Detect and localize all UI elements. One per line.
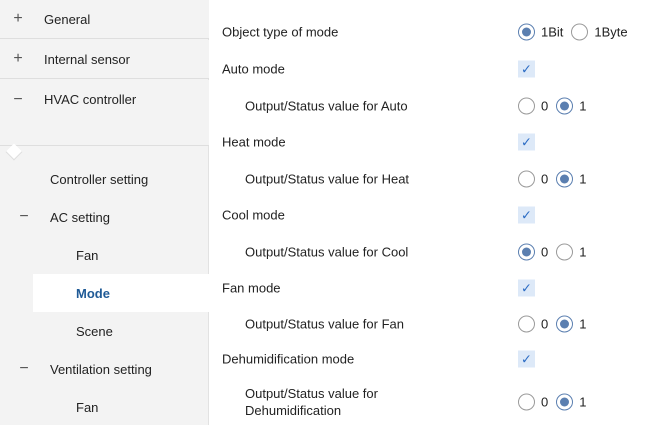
checkbox-wrapper: ✓	[518, 206, 535, 224]
collapse-minus-icon[interactable]: −	[12, 91, 24, 109]
selection-notch	[5, 143, 23, 161]
radio-1[interactable]	[556, 315, 574, 333]
param-row-output-heat: Output/Status value for Heat 0 1	[210, 161, 654, 197]
expand-plus-icon[interactable]: +	[12, 50, 24, 68]
radio-0[interactable]	[518, 393, 535, 411]
radio-0[interactable]	[518, 315, 535, 333]
sidebar-item-hvac-controller[interactable]: − HVAC controller	[0, 80, 209, 146]
sidebar: + General + Internal sensor − HVAC contr…	[0, 0, 210, 425]
param-label: Heat mode	[222, 134, 286, 150]
param-row-heat-mode: Heat mode ✓	[210, 124, 654, 160]
expand-plus-icon[interactable]: +	[12, 10, 24, 28]
param-row-output-fan: Output/Status value for Fan 0 1	[210, 306, 654, 342]
radio-label-1: 1	[579, 316, 587, 332]
param-label: Cool mode	[222, 207, 285, 223]
radio-0[interactable]	[518, 170, 535, 188]
param-row-auto-mode: Auto mode ✓	[210, 51, 654, 87]
sidebar-item-label: Scene	[76, 323, 113, 339]
radio-1bit[interactable]	[518, 23, 535, 41]
radio-label-1byte: 1Byte	[594, 24, 628, 40]
fan-mode-checkbox[interactable]: ✓	[518, 279, 535, 297]
checkbox-wrapper: ✓	[518, 279, 535, 297]
sidebar-item-label: Ventilation setting	[50, 361, 152, 377]
collapse-minus-icon[interactable]: −	[18, 208, 30, 226]
sidebar-item-fan[interactable]: Fan	[0, 236, 209, 274]
param-row-fan-mode: Fan mode ✓	[210, 270, 654, 306]
radio-0[interactable]	[518, 97, 535, 115]
sidebar-item-ventilation-setting[interactable]: − Ventilation setting	[0, 350, 209, 388]
param-row-output-auto: Output/Status value for Auto 0 1	[210, 88, 654, 124]
radio-label-1: 1	[579, 98, 587, 114]
sidebar-item-label: Fan	[76, 247, 99, 263]
radio-label-0: 0	[541, 98, 549, 114]
param-label: Output/Status value for Cool	[245, 244, 409, 260]
sidebar-item-label: AC setting	[50, 209, 110, 225]
radio-group-output-cool: 0 1	[518, 243, 594, 261]
sidebar-item-ac-setting[interactable]: − AC setting	[0, 198, 209, 236]
radio-0[interactable]	[518, 243, 535, 261]
sidebar-item-general[interactable]: + General	[0, 0, 209, 39]
sidebar-item-label: Controller setting	[50, 171, 149, 187]
param-label-line2: Dehumidification	[245, 403, 342, 418]
radio-1[interactable]	[556, 170, 574, 188]
sidebar-item-scene[interactable]: Scene	[0, 312, 209, 350]
sidebar-item-ventilation-fan[interactable]: Fan	[0, 388, 209, 425]
radio-label-0: 0	[541, 316, 549, 332]
radio-1[interactable]	[556, 243, 574, 261]
param-row-dehumidification-mode: Dehumidification mode ✓	[210, 341, 654, 377]
sidebar-item-label: HVAC controller	[44, 92, 137, 107]
radio-group-output-fan: 0 1	[518, 315, 594, 333]
checkbox-wrapper: ✓	[518, 60, 535, 78]
radio-group-output-heat: 0 1	[518, 170, 594, 188]
param-row-cool-mode: Cool mode ✓	[210, 197, 654, 233]
sidebar-item-internal-sensor[interactable]: + Internal sensor	[0, 40, 209, 79]
radio-label-1: 1	[579, 244, 587, 260]
sidebar-item-label: General	[44, 11, 91, 27]
param-row-object-type: Object type of mode 1Bit 1Byte	[210, 14, 654, 50]
sidebar-item-controller-setting[interactable]: Controller setting	[0, 160, 209, 198]
param-label-line1: Output/Status value for	[245, 386, 378, 401]
radio-label-0: 0	[541, 171, 549, 187]
cool-mode-checkbox[interactable]: ✓	[518, 206, 535, 224]
checkbox-wrapper: ✓	[518, 350, 535, 368]
radio-group-output-auto: 0 1	[518, 97, 594, 115]
param-label: Auto mode	[222, 61, 285, 77]
radio-label-0: 0	[541, 244, 549, 260]
radio-1[interactable]	[556, 97, 574, 115]
radio-group-object-type: 1Bit 1Byte	[518, 23, 636, 41]
sidebar-item-mode[interactable]: Mode	[33, 274, 210, 312]
radio-1[interactable]	[556, 393, 574, 411]
collapse-minus-icon[interactable]: −	[18, 360, 30, 378]
radio-1byte[interactable]	[571, 23, 589, 41]
param-label: Dehumidification mode	[222, 351, 355, 367]
checkbox-wrapper: ✓	[518, 133, 535, 151]
radio-label-1bit: 1Bit	[541, 24, 564, 40]
sidebar-item-label: Internal sensor	[44, 51, 130, 67]
parameter-panel: Object type of mode 1Bit 1Byte Auto mode…	[210, 0, 654, 425]
radio-label-1: 1	[579, 171, 587, 187]
param-label: Fan mode	[222, 280, 281, 296]
param-label: Output/Status value for Auto	[245, 98, 408, 114]
param-label: Output/Status value for Fan	[245, 316, 404, 332]
radio-group-output-dehumidification: 0 1	[518, 393, 594, 411]
param-row-output-dehumidification: Output/Status value for Dehumidification…	[210, 382, 654, 422]
heat-mode-checkbox[interactable]: ✓	[518, 133, 535, 151]
dehumidification-mode-checkbox[interactable]: ✓	[518, 350, 535, 368]
param-label: Output/Status value for Dehumidification	[245, 385, 378, 419]
param-label: Output/Status value for Heat	[245, 171, 410, 187]
radio-label-0: 0	[541, 394, 549, 410]
auto-mode-checkbox[interactable]: ✓	[518, 60, 535, 78]
radio-label-1: 1	[579, 394, 587, 410]
param-label: Object type of mode	[222, 24, 339, 40]
sidebar-item-label: Fan	[76, 399, 99, 415]
param-row-output-cool: Output/Status value for Cool 0 1	[210, 234, 654, 270]
sidebar-item-label: Mode	[76, 285, 110, 301]
